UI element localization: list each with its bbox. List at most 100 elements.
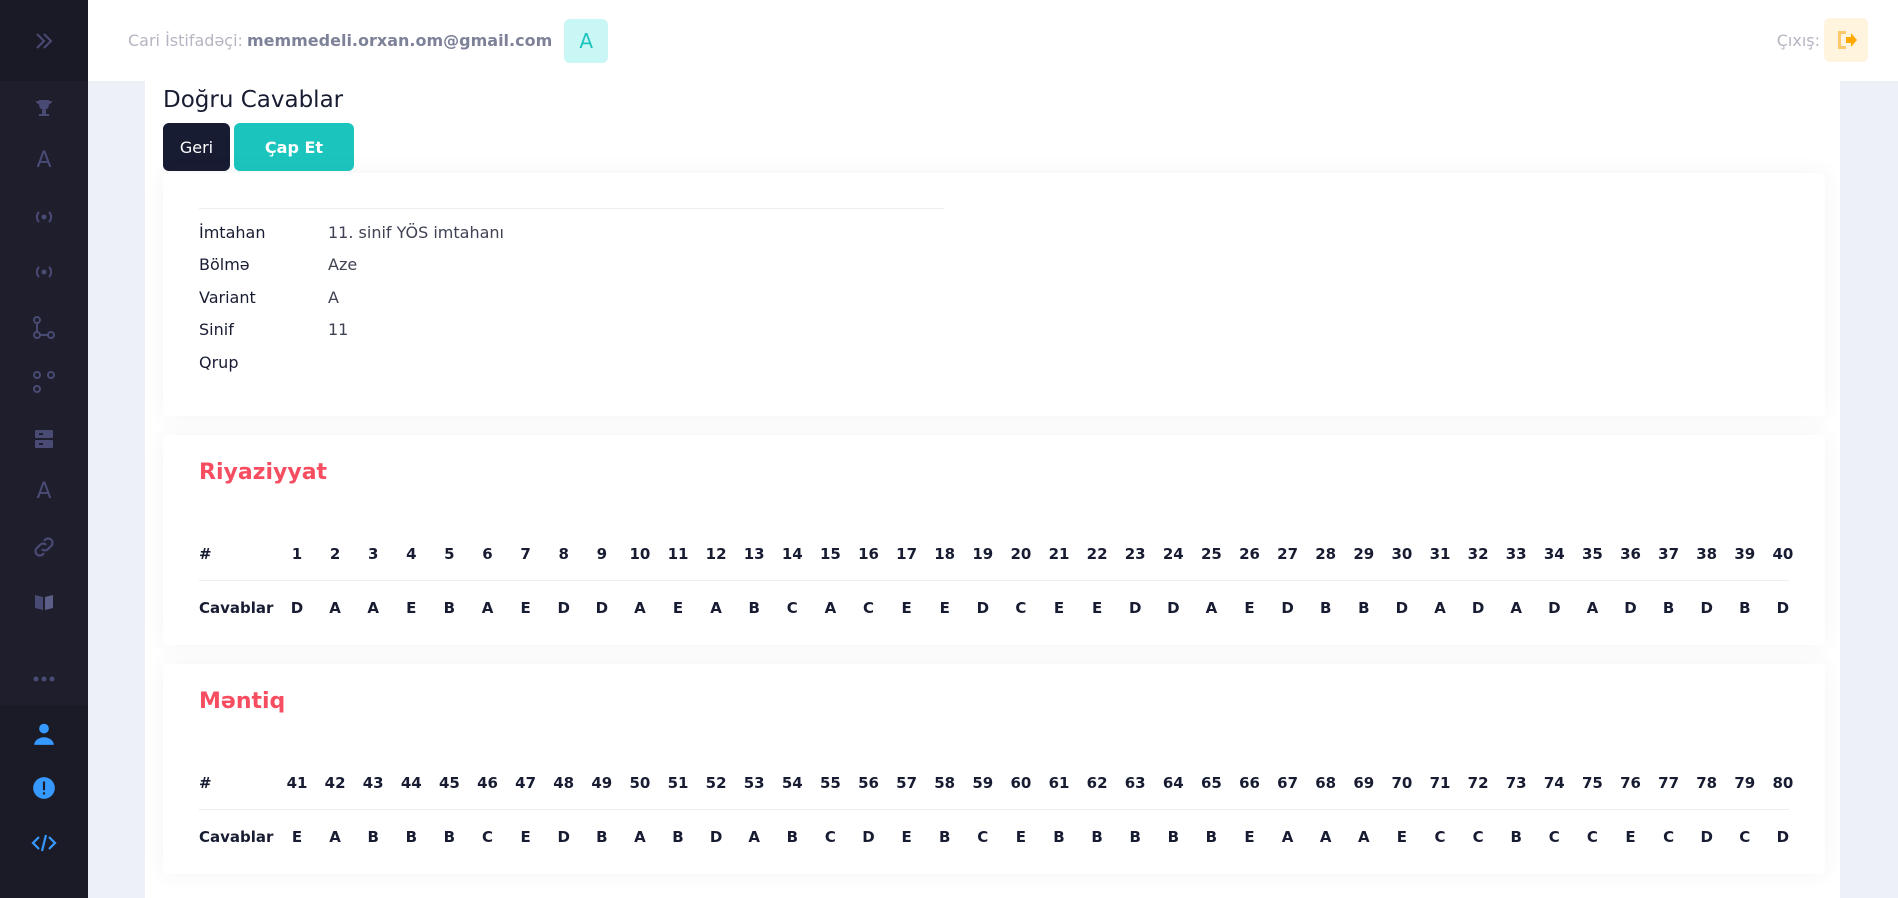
back-button[interactable]: Geri	[163, 123, 230, 171]
question-number: 49	[591, 774, 613, 792]
answer-cell: C	[1015, 599, 1027, 617]
sidebar-item-broadcast-1[interactable]	[0, 197, 88, 237]
trophy-icon	[36, 100, 52, 116]
question-number: 27	[1277, 545, 1299, 563]
sidebar-item-nodes[interactable]	[0, 308, 88, 348]
logout-label: Çıxış:	[1776, 30, 1820, 50]
sidebar-user[interactable]	[0, 714, 88, 754]
question-number: 76	[1620, 774, 1641, 792]
print-button[interactable]: Çap Et	[234, 123, 354, 171]
question-number: 51	[667, 774, 689, 792]
sidebar-item-grid[interactable]	[0, 362, 88, 402]
answer-cell: C	[481, 828, 493, 846]
answer-cell: D	[1624, 599, 1637, 617]
question-number: 3	[367, 545, 379, 563]
answer-cell: B	[1739, 599, 1751, 617]
broadcast-icon	[35, 211, 53, 223]
sidebar-more[interactable]	[0, 659, 88, 699]
question-number: 17	[896, 545, 918, 563]
answer-cell: C	[862, 599, 874, 617]
question-number: 39	[1734, 545, 1756, 563]
question-number: 25	[1200, 545, 1222, 563]
sidebar-code[interactable]	[0, 823, 88, 863]
question-number: 80	[1772, 774, 1794, 792]
question-number: 66	[1239, 774, 1260, 792]
question-number: 64	[1162, 774, 1184, 792]
answer-cell: D	[1548, 599, 1561, 617]
question-number: 45	[438, 774, 460, 792]
info-label: Qrup	[199, 352, 239, 372]
answer-cell: D	[290, 599, 304, 617]
sidebar-toggle[interactable]	[0, 0, 88, 81]
question-number: 40	[1772, 545, 1794, 563]
answer-cell: D	[557, 599, 570, 617]
question-number: 54	[781, 774, 803, 792]
question-number: 74	[1543, 774, 1565, 792]
current-user-email: memmedeli.orxan.om@gmail.com	[246, 31, 553, 50]
sidebar-item-server[interactable]	[0, 419, 88, 459]
answer-cell: E	[1053, 599, 1065, 617]
book-icon	[35, 595, 53, 610]
question-number: 61	[1048, 774, 1070, 792]
divider	[199, 208, 944, 209]
question-number: 47	[515, 774, 537, 792]
question-number: 71	[1429, 774, 1451, 792]
answer-cell: B	[672, 828, 684, 846]
logout: Çıxış:	[1777, 18, 1868, 62]
sidebar-item-book[interactable]	[0, 582, 88, 622]
info-row-exam: İmtahan 11. sinif YÖS imtahanı	[199, 217, 504, 247]
info-value: 11. sinif YÖS imtahanı	[328, 222, 504, 242]
answer-cell: B	[1319, 599, 1332, 617]
answer-cell: E	[939, 599, 950, 617]
question-number: 18	[934, 545, 956, 563]
question-number: 34	[1543, 545, 1565, 563]
sidebar-item-trophy[interactable]	[0, 88, 88, 128]
answer-cell: C	[786, 599, 798, 617]
answer-cell: E	[1396, 828, 1408, 846]
answer-cell: A	[329, 599, 341, 617]
sidebar-item-a[interactable]: A	[0, 140, 88, 180]
info-label: Variant	[199, 287, 256, 307]
answer-cell: E	[901, 599, 912, 617]
question-number: 11	[667, 545, 689, 563]
answer-cell: B	[1205, 828, 1218, 846]
question-number: 7	[520, 545, 531, 563]
sidebar-alert[interactable]	[0, 768, 88, 808]
question-number: 41	[286, 774, 308, 792]
answer-cell: A	[1281, 828, 1294, 846]
answer-cell: B	[1358, 599, 1370, 617]
more-dots-icon	[33, 676, 55, 682]
question-number: 5	[444, 545, 455, 563]
answer-cell: A	[1434, 599, 1446, 617]
answer-cell: B	[443, 599, 456, 617]
current-user-label: Cari İstifadəçi:	[128, 31, 243, 50]
info-label: İmtahan	[199, 222, 266, 242]
answers-label: Cavablar	[199, 599, 274, 617]
answers-grid: # 1 2 3 4 5 6 7 8 9 10 11 12 13 14 15 16 17 18 19 20 21 22 23 2…	[199, 527, 1793, 635]
answer-cell: A	[481, 599, 494, 617]
question-number: 37	[1658, 545, 1680, 563]
question-number: 29	[1353, 545, 1375, 563]
avatar[interactable]: A	[564, 18, 609, 63]
answer-cell: B	[1091, 828, 1103, 846]
alert-icon	[33, 777, 55, 799]
answer-cell: D	[1700, 828, 1713, 846]
sidebar-item-broadcast-2[interactable]	[0, 252, 88, 292]
question-number: 79	[1734, 774, 1756, 792]
question-number: 23	[1124, 545, 1146, 563]
answer-cell: D	[1776, 599, 1790, 617]
sidebar-item-a2[interactable]: A	[0, 471, 88, 511]
info-label: Bölmə	[199, 254, 250, 274]
code-icon	[31, 834, 57, 852]
question-number: 77	[1658, 774, 1680, 792]
question-number: 57	[896, 774, 918, 792]
sidebar-item-link[interactable]	[0, 527, 88, 567]
answer-cell: B	[786, 828, 799, 846]
answer-cell: A	[1510, 599, 1522, 617]
hash-label: #	[199, 774, 212, 792]
info-row-group: Qrup	[199, 347, 328, 377]
question-number: 65	[1200, 774, 1222, 792]
answer-cell: B	[1053, 828, 1065, 846]
answer-cell: B	[1662, 599, 1675, 617]
logout-button[interactable]	[1824, 18, 1868, 62]
